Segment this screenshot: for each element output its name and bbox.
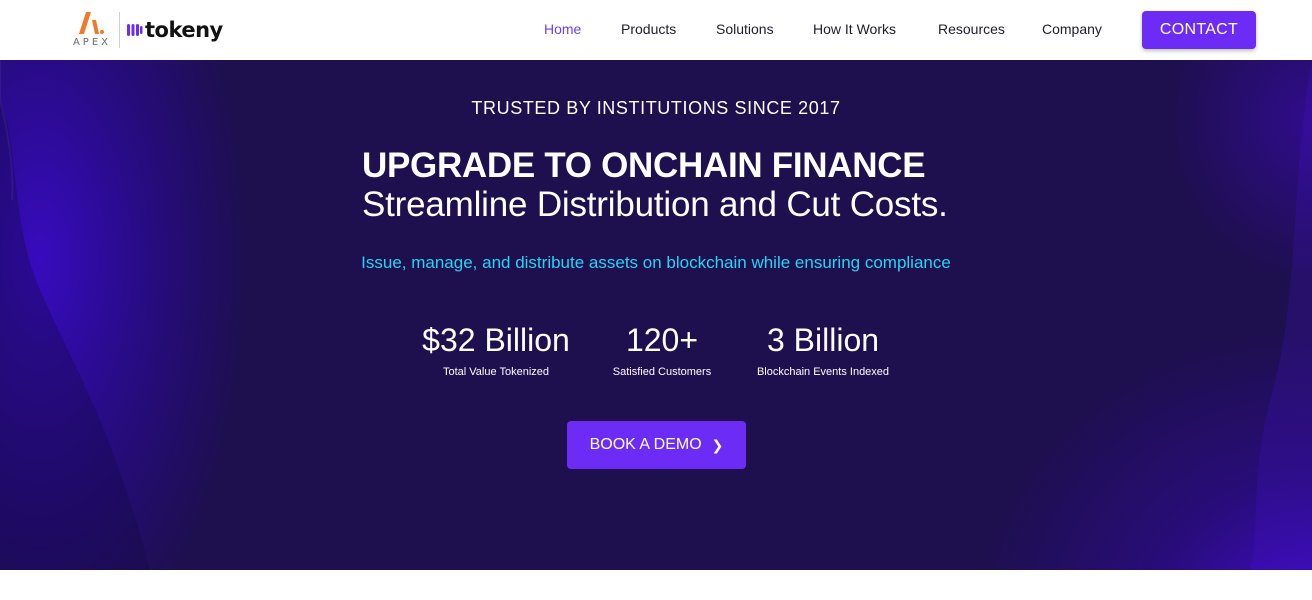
stat-label: Total Value Tokenized bbox=[443, 366, 549, 378]
nav-item-how-it-works[interactable]: How It Works bbox=[813, 21, 896, 37]
hero-headline: UPGRADE TO ONCHAIN FINANCE bbox=[362, 146, 926, 185]
stat-value: 120+ bbox=[625, 322, 699, 358]
hero-section: TRUSTED BY INSTITUTIONS SINCE 2017 UPGRA… bbox=[0, 60, 1312, 570]
site-header: APEX tokeny Home Products Solutions How … bbox=[0, 0, 1312, 60]
stat-value: 3 Billion bbox=[766, 322, 880, 358]
hero-subheadline: Streamline Distribution and Cut Costs. bbox=[362, 185, 948, 224]
chevron-right-icon: ❯ bbox=[711, 436, 724, 453]
nav-item-solutions[interactable]: Solutions bbox=[716, 21, 774, 37]
stat-total-value: $32 Billion Total Value Tokenized bbox=[420, 320, 572, 378]
stat-value: $32 Billion bbox=[422, 322, 570, 358]
hero-wave-decoration bbox=[0, 60, 1312, 570]
nav-item-company[interactable]: Company bbox=[1042, 21, 1102, 37]
contact-button[interactable]: CONTACT bbox=[1142, 11, 1256, 49]
stat-label: Satisfied Customers bbox=[612, 366, 712, 378]
hero-tagline: Issue, manage, and distribute assets on … bbox=[361, 253, 951, 272]
stat-events: 3 Billion Blockchain Events Indexed bbox=[748, 320, 898, 378]
stat-label: Blockchain Events Indexed bbox=[756, 366, 890, 378]
nav-item-resources[interactable]: Resources bbox=[938, 21, 1005, 37]
nav-item-home[interactable]: Home bbox=[544, 21, 581, 37]
nav-item-products[interactable]: Products bbox=[621, 21, 676, 37]
hero-eyebrow: TRUSTED BY INSTITUTIONS SINCE 2017 bbox=[471, 98, 841, 118]
main-nav: Home Products Solutions How It Works Res… bbox=[0, 0, 1312, 60]
book-demo-button[interactable]: BOOK A DEMO ❯ bbox=[567, 421, 746, 469]
stat-customers: 120+ Satisfied Customers bbox=[602, 320, 722, 378]
book-demo-label: BOOK A DEMO bbox=[589, 436, 702, 453]
